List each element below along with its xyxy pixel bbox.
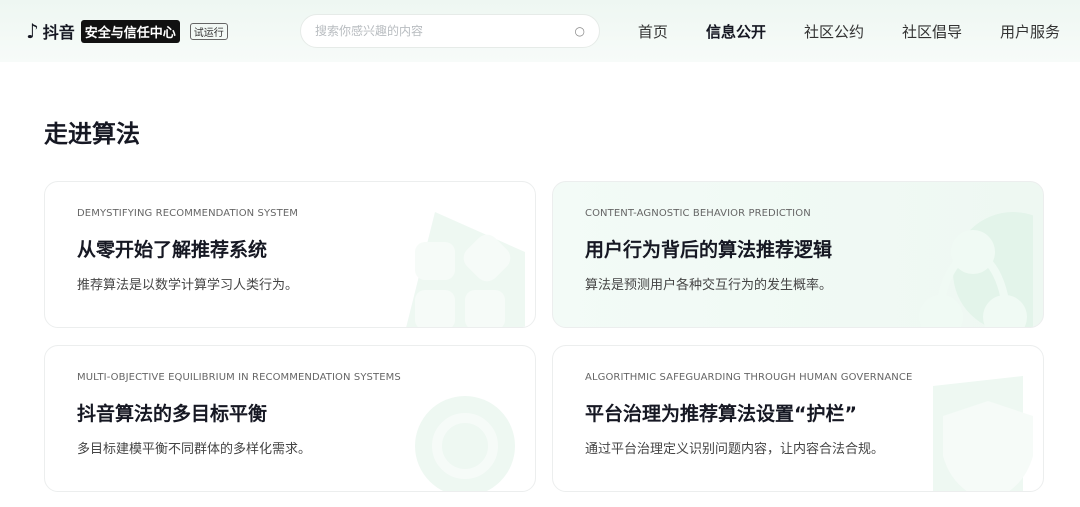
search-box: ○ — [300, 14, 600, 48]
logo-brand: 抖音 — [42, 23, 75, 42]
search-input[interactable] — [315, 24, 575, 38]
shield-icon — [933, 376, 1033, 491]
logo[interactable]: ♪ 抖音 安全与信任中心 试运行 — [26, 19, 228, 43]
page-title: 走进算法 — [44, 120, 140, 148]
nav-community-rules[interactable]: 社区公约 — [804, 21, 864, 42]
nav-user-services[interactable]: 用户服务 — [1000, 21, 1060, 42]
main-nav: 首页 信息公开 社区公约 社区倡导 用户服务 — [638, 0, 1060, 62]
grid-blocks-icon — [406, 212, 525, 327]
card-multi-objective[interactable]: MULTI-OBJECTIVE EQUILIBRIUM IN RECOMMEND… — [44, 345, 536, 492]
card-behavior-prediction[interactable]: CONTENT-AGNOSTIC BEHAVIOR PREDICTION 用户行… — [552, 181, 1044, 328]
nav-info-disclosure[interactable]: 信息公开 — [706, 21, 766, 42]
nav-home[interactable]: 首页 — [638, 21, 668, 42]
search-icon[interactable]: ○ — [575, 24, 585, 38]
target-gear-icon — [415, 396, 515, 491]
card-governance[interactable]: ALGORITHMIC SAFEGUARDING THROUGH HUMAN G… — [552, 345, 1044, 492]
logo-center: 安全与信任中心 — [80, 19, 180, 43]
beta-badge: 试运行 — [189, 22, 228, 40]
card-recommendation-system[interactable]: DEMYSTIFYING RECOMMENDATION SYSTEM 从零开始了… — [44, 181, 536, 328]
nav-community-advocacy[interactable]: 社区倡导 — [902, 21, 962, 42]
tiktok-note-icon: ♪ — [26, 19, 39, 43]
user-network-icon — [919, 212, 1033, 327]
header: ♪ 抖音 安全与信任中心 试运行 ○ 首页 信息公开 社区公约 社区倡导 用户服… — [0, 0, 1080, 62]
